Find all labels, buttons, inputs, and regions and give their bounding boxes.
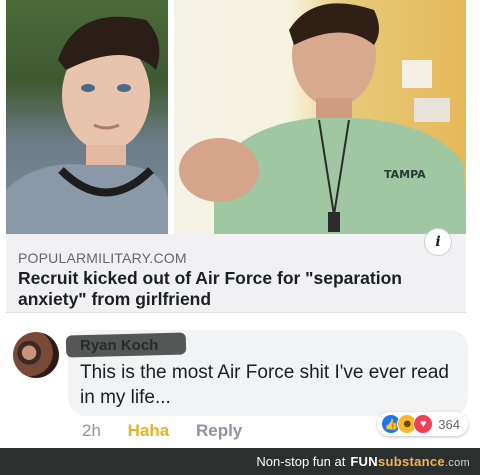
reaction-count: 364 bbox=[438, 416, 460, 432]
comment: Ryan Koch This is the most Air Force shi… bbox=[0, 318, 480, 448]
haha-reaction-button[interactable]: Haha bbox=[128, 421, 170, 440]
reaction-summary[interactable]: 👍 ☻ ♥ 364 bbox=[377, 412, 468, 436]
comment-text: This is the most Air Force shit I've eve… bbox=[80, 362, 449, 408]
recruit-photo-right: TAMPA bbox=[174, 0, 466, 234]
recruit-photo-left bbox=[6, 0, 168, 234]
article-domain: POPULARMILITARY.COM bbox=[18, 250, 187, 266]
site-logo[interactable]: FUNsubstance.com bbox=[350, 454, 470, 469]
footer-tagline: Non-stop fun at bbox=[256, 454, 346, 469]
avatar[interactable] bbox=[13, 332, 59, 378]
comment-time[interactable]: 2h bbox=[82, 421, 101, 440]
comment-author[interactable]: Ryan Koch bbox=[80, 337, 158, 354]
love-icon: ♥ bbox=[413, 414, 434, 434]
comment-actions: 2h Haha Reply bbox=[82, 421, 264, 441]
article-link-preview[interactable]: i POPULARMILITARY.COM Recruit kicked out… bbox=[6, 228, 466, 313]
article-photos[interactable]: TAMPA bbox=[6, 0, 466, 234]
logo-part-substance: substance bbox=[377, 454, 445, 469]
comment-bubble: Ryan Koch This is the most Air Force shi… bbox=[65, 330, 468, 416]
reply-button[interactable]: Reply bbox=[196, 421, 242, 440]
logo-part-tld: .com bbox=[444, 457, 470, 469]
article-headline[interactable]: Recruit kicked out of Air Force for "sep… bbox=[18, 268, 448, 310]
logo-part-fun: FUN bbox=[350, 454, 378, 469]
recruit-video-illustration: TAMPA bbox=[179, 3, 466, 234]
shirt-print-text: TAMPA bbox=[384, 168, 426, 181]
info-icon[interactable]: i bbox=[424, 228, 452, 256]
facebook-post-card: TAMPA i POPULARMILITARY.COM Recruit kick… bbox=[0, 0, 480, 448]
site-footer: Non-stop fun at FUNsubstance.com bbox=[0, 448, 480, 475]
recruit-portrait-illustration bbox=[6, 16, 168, 234]
